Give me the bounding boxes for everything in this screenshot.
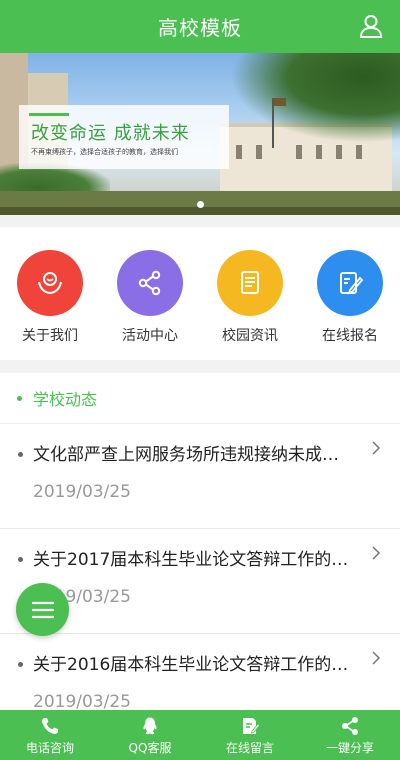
banner-slogan: 改变命运 成就未来 不再束缚孩子，选择合适孩子的教育，选择我们 bbox=[19, 105, 229, 169]
hero-banner[interactable]: 改变命运 成就未来 不再束缚孩子，选择合适孩子的教育，选择我们 bbox=[0, 53, 400, 215]
news-title: 文化部严查上网服务场所违规接纳未成年人 bbox=[33, 445, 355, 465]
bottom-item-message[interactable]: 在线留言 bbox=[200, 710, 300, 760]
top-header: 高校模板 bbox=[0, 0, 400, 53]
bottom-item-phone[interactable]: 电话咨询 bbox=[0, 710, 100, 760]
nav-item-news[interactable]: 校园资讯 bbox=[200, 227, 300, 360]
carousel-indicators bbox=[0, 201, 400, 208]
school-news: 学校动态 文化部严查上网服务场所违规接纳未成年人 2019/03/25 关于20… bbox=[0, 373, 400, 710]
chevron-right-icon bbox=[372, 546, 381, 560]
list-item[interactable]: 文化部严查上网服务场所违规接纳未成年人 2019/03/25 bbox=[0, 424, 400, 529]
quick-nav: 关于我们 活动中心 校园资讯 在线报名 bbox=[0, 227, 400, 360]
bottom-label: 在线留言 bbox=[225, 741, 274, 755]
news-title: 关于2016届本科生毕业论文答辩工作的通知 bbox=[33, 655, 355, 675]
bottom-item-qq[interactable]: QQ客服 bbox=[100, 710, 200, 760]
document-icon bbox=[217, 250, 283, 316]
bottom-label: QQ客服 bbox=[128, 741, 172, 755]
nav-label: 校园资讯 bbox=[222, 328, 278, 344]
bottom-toolbar: 电话咨询 QQ客服 在线留言 一键分享 bbox=[0, 710, 400, 760]
nav-label: 在线报名 bbox=[322, 328, 378, 344]
nav-label: 活动中心 bbox=[122, 328, 178, 344]
news-date: 2019/03/25 bbox=[33, 482, 131, 502]
nav-item-about[interactable]: 关于我们 bbox=[0, 227, 100, 360]
nav-item-activity[interactable]: 活动中心 bbox=[100, 227, 200, 360]
nav-label: 关于我们 bbox=[22, 328, 78, 344]
banner-subline: 不再束缚孩子，选择合适孩子的教育，选择我们 bbox=[31, 148, 178, 156]
list-item[interactable]: 关于2016届本科生毕业论文答辩工作的通知 2019/03/25 bbox=[0, 634, 400, 710]
section-title: 学校动态 bbox=[33, 390, 98, 409]
user-icon[interactable] bbox=[358, 13, 384, 39]
news-date: 2019/03/25 bbox=[33, 692, 131, 710]
chevron-right-icon bbox=[372, 441, 381, 455]
edit-form-icon bbox=[317, 250, 383, 316]
news-title: 关于2017届本科生毕业论文答辩工作的通知 bbox=[33, 550, 355, 570]
share-icon bbox=[342, 717, 358, 735]
qq-icon bbox=[143, 717, 157, 735]
bottom-item-share[interactable]: 一键分享 bbox=[300, 710, 400, 760]
page-title: 高校模板 bbox=[158, 16, 242, 40]
nav-item-signup[interactable]: 在线报名 bbox=[300, 227, 400, 360]
menu-icon bbox=[31, 601, 54, 618]
carousel-dot[interactable] bbox=[196, 201, 204, 208]
news-section-header: 学校动态 bbox=[0, 373, 400, 424]
chevron-right-icon bbox=[372, 651, 381, 665]
phone-icon bbox=[42, 718, 58, 734]
banner-headline: 改变命运 成就未来 bbox=[31, 123, 190, 144]
bottom-label: 电话咨询 bbox=[25, 741, 74, 755]
smile-hands-icon bbox=[17, 250, 83, 316]
floating-menu-button[interactable] bbox=[16, 583, 69, 636]
share-nodes-icon bbox=[117, 250, 183, 316]
message-edit-icon bbox=[243, 718, 260, 734]
bottom-label: 一键分享 bbox=[325, 741, 374, 755]
